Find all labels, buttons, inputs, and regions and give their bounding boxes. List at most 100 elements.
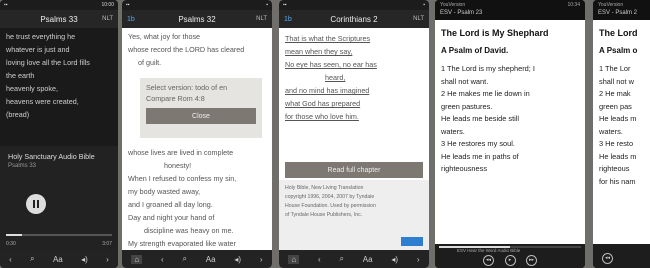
search-icon[interactable]: ⌕ bbox=[30, 254, 34, 264]
verse-line: waters. bbox=[599, 126, 623, 136]
verse-line: No eye has seen, no ear has bbox=[285, 60, 377, 69]
verse-line: 2 He makes me lie down in bbox=[441, 89, 530, 98]
phone-screen-3: ▪▪ ▪ 1b Corinthians 2 NLT That is what th… bbox=[279, 0, 429, 268]
font-size-icon[interactable]: Aa bbox=[363, 255, 373, 264]
home-icon[interactable]: ⌂ bbox=[288, 254, 300, 264]
time-total: 3:07 bbox=[102, 241, 112, 247]
verse-line: 1 The Lor bbox=[599, 64, 631, 73]
psalm-heading: The Lord bbox=[599, 28, 638, 38]
verse-line: waters. bbox=[441, 126, 465, 136]
verse-line: He leads me beside still bbox=[441, 114, 520, 123]
verse-line: Day and night your hand of bbox=[128, 213, 215, 222]
verse-line: of guilt. bbox=[138, 58, 162, 67]
bible-text-lower: whose lives are lived in complete honest… bbox=[122, 146, 272, 250]
pause-icon bbox=[33, 200, 35, 208]
psalm-subheading: A Psalm of David. bbox=[441, 46, 509, 55]
verse-line: He leads me in paths of bbox=[441, 151, 519, 161]
back-icon[interactable]: ‹ bbox=[9, 255, 12, 264]
copyright-line: of Tyndale House Publishers, Inc. bbox=[285, 212, 363, 218]
verse-line: 2 He mak bbox=[599, 89, 631, 98]
page-title: Psalms 32 bbox=[178, 14, 216, 24]
bible-text: he trust everything he whatever is just … bbox=[0, 28, 118, 123]
info-link-button[interactable] bbox=[401, 237, 423, 246]
rewind-icon[interactable]: ◂◂ bbox=[602, 253, 613, 264]
verse-line: heard, bbox=[325, 73, 346, 82]
verse-line: and no mind has imagined bbox=[285, 86, 370, 95]
audio-title: Holy Sanctuary Audio Bible bbox=[8, 152, 95, 161]
play-icon[interactable]: ▸ bbox=[504, 255, 516, 266]
verse-line: heavenly spoke, bbox=[6, 84, 58, 93]
forward-icon[interactable]: › bbox=[260, 255, 263, 264]
verse-line: 3 He resto bbox=[599, 139, 634, 148]
audio-player: ESV Hear the Word Audio Bible ◂◂ ▸ ▸▸ bbox=[435, 244, 585, 268]
verse-line: 3 He restores my soul. bbox=[441, 139, 515, 148]
verse-line: my body wasted away, bbox=[128, 187, 201, 196]
read-full-chapter-button[interactable]: Read full chapter bbox=[285, 162, 423, 178]
verse-line: green pas bbox=[599, 101, 632, 111]
copyright-line: Holy Bible, New Living Translation bbox=[285, 185, 364, 191]
verse-line: whose record the LORD has cleared bbox=[128, 45, 245, 54]
bottom-toolbar: ⌂ ‹ ⌕ Aa ◂) › bbox=[279, 250, 429, 268]
verse-line: righteous bbox=[599, 164, 630, 173]
font-size-icon[interactable]: Aa bbox=[206, 255, 216, 264]
speaker-icon[interactable]: ◂) bbox=[391, 255, 398, 264]
bible-text: That is what the Scriptures mean when th… bbox=[279, 28, 429, 127]
home-icon[interactable]: ⌂ bbox=[131, 254, 143, 264]
app-header: YouVersion ESV - Psalm 23 10:34 bbox=[435, 0, 585, 20]
back-icon[interactable]: ‹ bbox=[318, 255, 321, 264]
verse-line: for his nam bbox=[599, 176, 636, 186]
copyright-footer: Holy Bible, New Living Translation copyr… bbox=[279, 180, 429, 250]
forward-icon[interactable]: › bbox=[106, 255, 109, 264]
rewind-icon[interactable]: ◂◂ bbox=[483, 255, 495, 266]
verse-line: what God has prepared bbox=[285, 99, 361, 108]
version-label[interactable]: NLT bbox=[102, 16, 113, 22]
chapter-label[interactable]: ESV - Psalm 2 bbox=[598, 9, 645, 18]
verse-line: and I groaned all day long. bbox=[128, 200, 213, 209]
verse-line: honesty! bbox=[164, 161, 192, 170]
search-icon[interactable]: ⌕ bbox=[183, 254, 187, 264]
verse-line: 1 The Lord is my shepherd; I bbox=[441, 64, 535, 73]
verse-line: for those who love him. bbox=[285, 112, 359, 121]
back-icon[interactable]: ‹ bbox=[161, 255, 164, 264]
pause-button[interactable] bbox=[26, 194, 46, 214]
forward-icon[interactable]: › bbox=[417, 255, 420, 264]
page-title: Psalms 33 bbox=[40, 14, 78, 24]
verse-line: whose lives are lived in complete bbox=[128, 148, 234, 157]
progress-bar[interactable] bbox=[6, 234, 112, 236]
audio-player: Holy Sanctuary Audio Bible Psalms 33 0:3… bbox=[0, 146, 118, 250]
nav-bar: 1b Corinthians 2 NLT bbox=[279, 10, 429, 28]
nav-bar: 1b Psalms 32 NLT bbox=[122, 10, 272, 28]
copyright-line: copyright 1996, 2004, 2007 by Tyndale bbox=[285, 194, 375, 200]
version-label[interactable]: NLT bbox=[413, 16, 424, 22]
app-name: YouVersion bbox=[598, 2, 624, 8]
close-button[interactable]: Close bbox=[146, 108, 256, 124]
version-label[interactable]: NLT bbox=[256, 16, 267, 22]
fast-forward-icon[interactable]: ▸▸ bbox=[525, 255, 537, 266]
verse-line: (bread) bbox=[6, 110, 30, 119]
font-size-icon[interactable]: Aa bbox=[53, 255, 63, 264]
verse-line: green pastures. bbox=[441, 101, 493, 111]
speaker-icon[interactable]: ◂) bbox=[234, 255, 241, 264]
search-icon[interactable]: ⌕ bbox=[340, 254, 344, 264]
reader-pane: The Lord A Psalm o 1 The Lor shall not w… bbox=[593, 20, 650, 244]
reader-pane: The Lord is My Shephard A Psalm of David… bbox=[435, 20, 585, 244]
progress-fill bbox=[6, 234, 22, 236]
phone-screen-4: YouVersion ESV - Psalm 23 10:34 The Lord… bbox=[435, 0, 585, 268]
audio-subtitle: Psalms 33 bbox=[8, 163, 37, 169]
back-link[interactable]: 1b bbox=[127, 16, 135, 23]
audio-player: ◂◂ bbox=[593, 244, 650, 268]
verse-line: shall not want. bbox=[441, 76, 489, 86]
popup-line[interactable]: Compare Rom 4:8 bbox=[146, 93, 256, 104]
app-name: YouVersion bbox=[440, 2, 466, 8]
verse-line: That is what the Scriptures bbox=[285, 34, 371, 43]
back-link[interactable]: 1b bbox=[284, 16, 292, 23]
chapter-label[interactable]: ESV - Psalm 23 bbox=[440, 9, 580, 18]
page-title: Corinthians 2 bbox=[330, 14, 378, 24]
bible-text: Yes, what joy for those whose record the… bbox=[122, 28, 272, 71]
status-bar: ▪▪ ▪ bbox=[279, 0, 429, 10]
status-bar: ▪▪ 10:00 bbox=[0, 0, 118, 10]
speaker-icon[interactable]: ◂) bbox=[81, 255, 88, 264]
verse-line: When I refused to confess my sin, bbox=[128, 174, 237, 183]
psalm-subheading: A Psalm o bbox=[599, 46, 638, 55]
nav-bar: Psalms 33 NLT bbox=[0, 10, 118, 28]
